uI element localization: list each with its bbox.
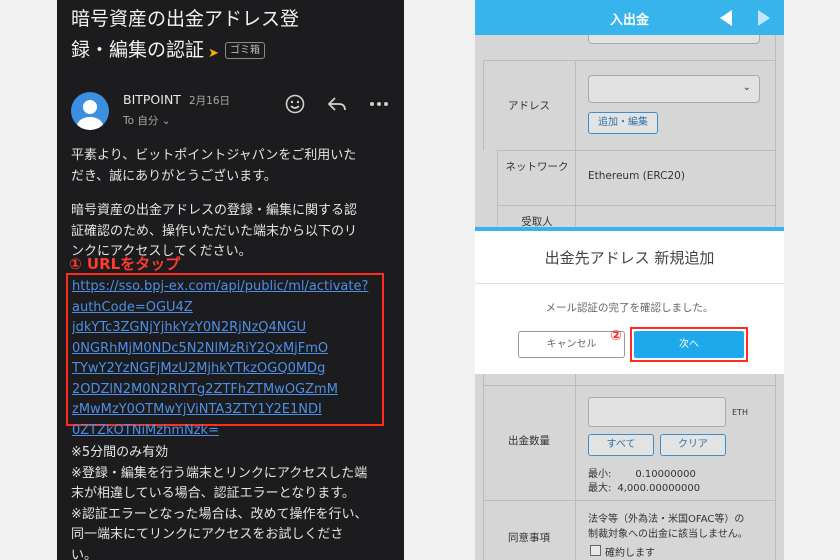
col-divider	[575, 60, 576, 227]
min-amount: 最小: 0.10000000	[588, 465, 696, 480]
col-divider	[775, 35, 776, 227]
next-button[interactable]: 次へ	[634, 331, 744, 358]
app-header: 入出金	[475, 0, 784, 35]
note-line: ※5分間のみ有効	[71, 445, 169, 460]
modal-message: メール認証の完了を確認しました。	[545, 302, 714, 314]
confirm-label: 確約します	[605, 548, 655, 559]
max-amount: 最大: 4,000.00000000	[588, 479, 700, 494]
row-divider	[483, 60, 775, 61]
step1-annotation: ① URLをタップ	[69, 255, 181, 273]
reply-icon[interactable]	[326, 93, 348, 115]
greeting-line: だき、誠にありがとうございます。	[71, 168, 277, 184]
note-line: 同一端末にてリンクにアクセスをお試しくださ	[71, 527, 344, 542]
sender-name: BITPOINT	[123, 92, 181, 107]
amount-label: 出金数量	[508, 435, 550, 447]
trash-tag[interactable]: ゴミ箱	[225, 42, 266, 59]
forward-arrow-icon[interactable]	[758, 10, 770, 26]
greeting-text: 平素より、ビットポイントジャパンをご利用いた だき、誠にありがとうございます。	[71, 146, 393, 187]
max-label: 最大:	[588, 483, 612, 494]
link-line[interactable]: https://sso.bpj-ex.com/api/public/ml/act…	[72, 277, 382, 298]
email-actions	[284, 93, 390, 115]
sender-line: BITPOINT 2月16日	[123, 92, 230, 108]
note-line: い。	[71, 547, 98, 560]
back-arrow-icon[interactable]	[720, 10, 732, 26]
row-divider	[483, 500, 775, 501]
row-divider	[497, 150, 775, 151]
email-date: 2月16日	[188, 95, 230, 107]
smiley-icon[interactable]	[284, 93, 306, 115]
link-line[interactable]: 0NGRhMjM0NDc5N2NlMzRiY2QxMjFmO	[72, 339, 382, 360]
link-line[interactable]: 2ODZlN2M0N2RlYTg2ZTFhZTMwOGZmM	[72, 380, 382, 401]
all-button[interactable]: すべて	[588, 434, 654, 456]
link-line[interactable]: 0ZTZkOTNiMzhmNzk=	[72, 421, 382, 442]
email-screen: 暗号資産の出金アドレス登 録・編集の認証 ➤ ゴミ箱 BITPOINT 2月16日 T…	[57, 0, 404, 560]
modal-divider	[475, 283, 784, 284]
sender-avatar[interactable]	[71, 92, 109, 130]
note-line: 末が相違している場合、認証エラーとなります。	[71, 486, 355, 501]
greeting-line: 平素より、ビットポイントジャパンをご利用いた	[71, 148, 357, 163]
consent-text: 法令等（外為法・米国OFAC等）の 制裁対象への出金に該当しません。	[588, 512, 748, 542]
email-subject: 暗号資産の出金アドレス登 録・編集の認証 ➤ ゴミ箱	[71, 4, 391, 66]
more-icon[interactable]	[368, 93, 390, 115]
note-line: ※登録・編集を行う端末とリンクにアクセスした端	[71, 465, 368, 481]
confirm-checkbox[interactable]	[590, 545, 601, 556]
row-divider	[497, 205, 775, 206]
network-value: Ethereum (ERC20)	[588, 170, 685, 182]
step2-annotation: ②	[610, 328, 622, 344]
amount-input[interactable]	[588, 397, 726, 427]
importance-flag-icon[interactable]: ➤	[208, 38, 222, 61]
confirm-modal: 出金先アドレス 新規追加 メール認証の完了を確認しました。 キャンセル ② 次へ	[475, 227, 784, 374]
link-line[interactable]: authCode=OGU4Z	[72, 298, 382, 319]
add-edit-button[interactable]: 追加・編集	[588, 112, 658, 134]
link-line[interactable]: TYwY2YzNGFjMzU2MjhkYTkzOGQ0MDg	[72, 359, 382, 380]
consent-line: 法令等（外為法・米国OFAC等）の	[588, 514, 745, 525]
app-screen: アドレス ⌄ 追加・編集 ネットワーク Ethereum (ERC20) 受取人…	[475, 0, 784, 560]
consent-label: 同意事項	[508, 532, 550, 544]
chevron-down-icon: ⌄	[742, 82, 751, 93]
recipient-toggle[interactable]: To 自分 ⌄	[123, 113, 171, 128]
link-line[interactable]: jdkYTc3ZGNjYjhkYzY0N2RjNzQ4NGU	[72, 318, 382, 339]
cancel-button[interactable]: キャンセル	[518, 331, 625, 358]
unit-label: ETH	[732, 408, 748, 417]
row-divider	[483, 385, 775, 386]
address-label: アドレス	[508, 100, 550, 112]
clear-button[interactable]: クリア	[660, 434, 726, 456]
max-value: 4,000.00000000	[617, 483, 701, 494]
note-line: ※認証エラーとなった場合は、改めて操作を行い、	[71, 506, 368, 522]
network-label: ネットワーク	[505, 161, 569, 173]
link-line[interactable]: zMwMzY0OTMwYjViNTA3ZTY1Y2E1NDI	[72, 400, 382, 421]
col-divider	[497, 150, 498, 227]
col-divider	[775, 374, 776, 560]
activation-link[interactable]: https://sso.bpj-ex.com/api/public/ml/act…	[66, 273, 384, 438]
subject-line-1: 暗号資産の出金アドレス登	[71, 8, 300, 30]
consent-line: 制裁対象への出金に該当しません。	[588, 529, 748, 540]
instruction-line: 証確認のため、操作いただいた端末から以下のリ	[71, 223, 358, 239]
notes-text: ※5分間のみ有効 ※登録・編集を行う端末とリンクにアクセスした端 末が相違してい…	[71, 443, 393, 560]
subject-line-2: 録・編集の認証	[71, 39, 205, 61]
address-select[interactable]: ⌄	[588, 75, 760, 103]
modal-title: 出金先アドレス 新規追加	[544, 249, 715, 267]
page-title: 入出金	[609, 13, 649, 28]
instruction-line: 暗号資産の出金アドレスの登録・編集に関する認	[71, 203, 358, 218]
col-divider	[575, 374, 576, 560]
